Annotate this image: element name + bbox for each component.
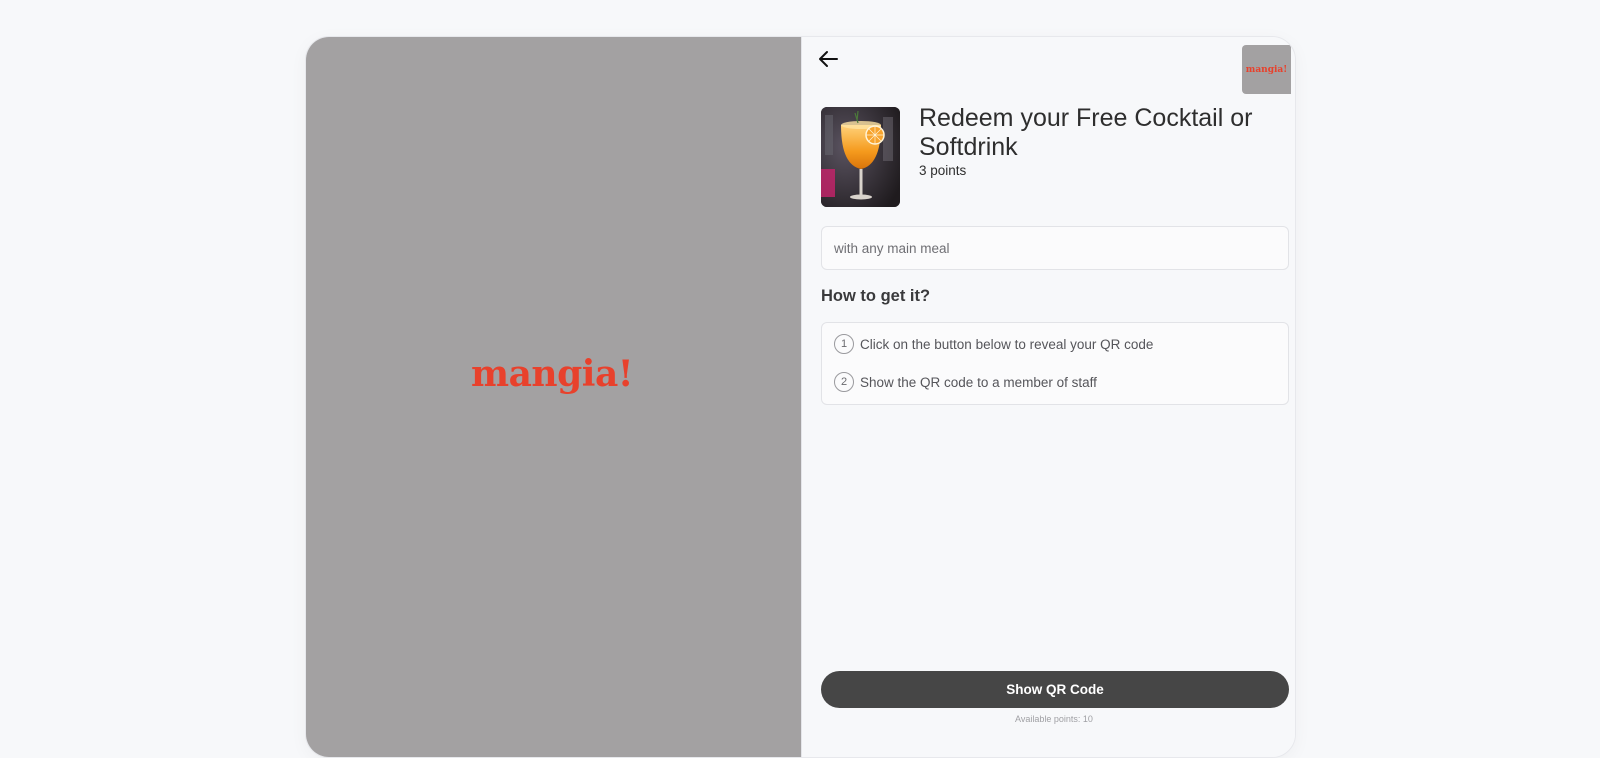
show-qr-code-button[interactable]: Show QR Code (821, 671, 1289, 708)
reward-description: with any main meal (821, 226, 1289, 270)
reward-points: 3 points (919, 163, 967, 178)
back-button[interactable] (814, 45, 842, 73)
brand-logo: mangia! (471, 353, 634, 395)
step-text: Show the QR code to a member of staff (860, 374, 1097, 390)
available-points: Available points: 10 (1015, 714, 1093, 724)
step-text: Click on the button below to reveal your… (860, 336, 1154, 352)
step-number: 1 (834, 334, 854, 354)
app-window: mangia! mangia! Redeem your Free Cocktai… (305, 36, 1296, 758)
reward-title: Redeem your Free Cocktail or Softdrink (919, 104, 1253, 161)
step-item: 1 Click on the button below to reveal yo… (834, 334, 1153, 354)
brand-logo-small: mangia! (1242, 45, 1291, 94)
step-item: 2 Show the QR code to a member of staff (834, 372, 1097, 392)
brand-panel: mangia! (306, 37, 801, 757)
reward-detail-panel: mangia! Redeem your Free Cocktail or Sof… (801, 37, 1295, 757)
arrow-left-icon (819, 51, 838, 67)
steps-list: 1 Click on the button below to reveal yo… (821, 322, 1289, 405)
step-number: 2 (834, 372, 854, 392)
reward-description-text: with any main meal (834, 240, 950, 256)
how-to-heading: How to get it? (821, 287, 931, 305)
reward-image (821, 107, 900, 207)
